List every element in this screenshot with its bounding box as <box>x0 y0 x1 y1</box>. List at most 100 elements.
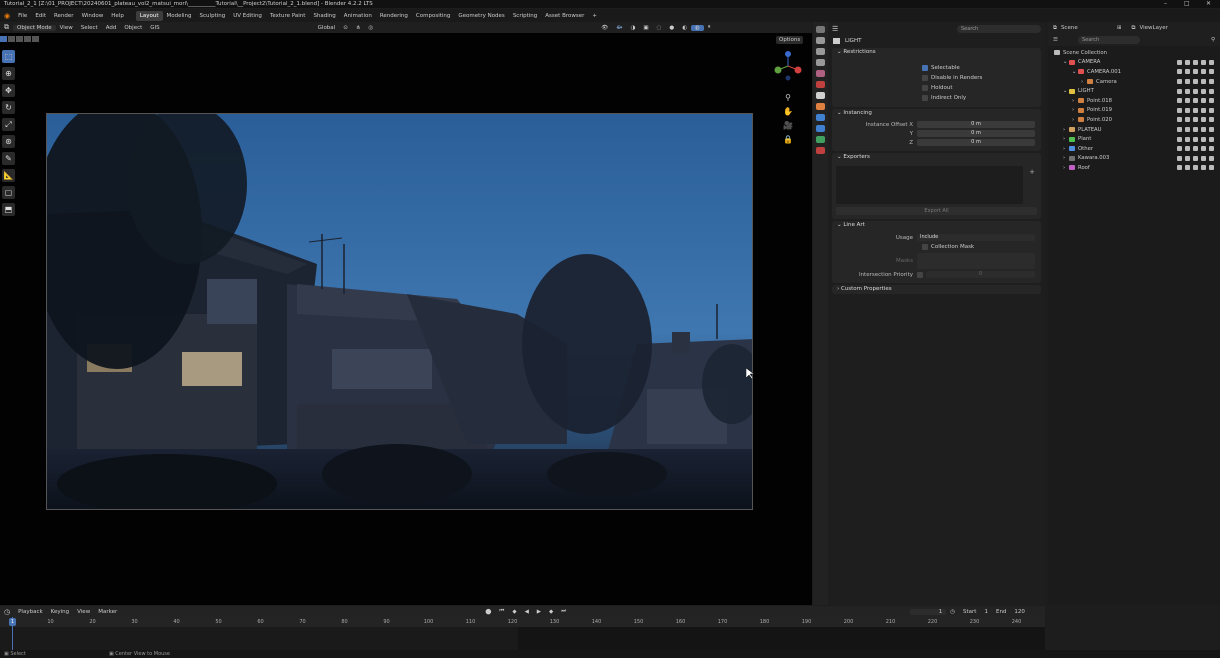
menu-render[interactable]: Render <box>50 13 78 19</box>
render-tab-icon[interactable] <box>816 37 825 44</box>
select-arrow-icon[interactable] <box>1185 79 1190 85</box>
camera-render-icon[interactable] <box>1209 127 1214 133</box>
eye-icon[interactable] <box>1193 88 1198 94</box>
workspace-tab-shading[interactable]: Shading <box>309 13 339 19</box>
workspace-tab-layout[interactable]: Layout <box>135 10 163 21</box>
select-arrow-icon[interactable] <box>1185 127 1190 133</box>
viewport-icon[interactable] <box>1201 69 1206 75</box>
add-cube-tool-icon[interactable]: ▢ <box>2 186 15 199</box>
shading-wireframe-icon[interactable]: ◌ <box>653 25 666 31</box>
start-frame-field[interactable]: 1 <box>980 609 992 615</box>
eye-icon[interactable] <box>1193 107 1198 113</box>
play-reverse-icon[interactable]: ◀ <box>521 609 533 615</box>
select-new-icon[interactable] <box>0 36 7 42</box>
viewport-icon[interactable] <box>1201 127 1206 133</box>
view-layer-icon[interactable]: ⧉ <box>1132 25 1136 32</box>
select-invert-icon[interactable] <box>24 36 31 42</box>
workspace-tab-uv-editing[interactable]: UV Editing <box>229 13 266 19</box>
gizmo-y-axis[interactable] <box>774 66 782 74</box>
select-arrow-icon[interactable] <box>1185 146 1190 152</box>
timeline-area[interactable]: 10 20 30 40 50 60 70 80 90 100 110 120 130 140 150 160 1… <box>0 617 1045 650</box>
gizmo-toggle-icon[interactable]: ⟴ <box>612 25 626 31</box>
current-frame-field[interactable]: 1 <box>910 608 947 615</box>
indirect-only-checkbox-row[interactable]: Indirect Only <box>832 93 1041 103</box>
checkbox-icon[interactable] <box>1177 117 1182 123</box>
viewport-icon[interactable] <box>1201 136 1206 142</box>
viewport-icon[interactable] <box>1201 165 1206 171</box>
camera-render-icon[interactable] <box>1209 98 1214 104</box>
new-scene-icon[interactable]: ⊞ <box>1117 25 1122 31</box>
outliner-filter-icon[interactable]: ⚲ <box>1211 37 1215 43</box>
select-arrow-icon[interactable] <box>1185 155 1190 161</box>
workspace-tab-modeling[interactable]: Modeling <box>163 13 196 19</box>
shading-solid-icon[interactable]: ● <box>665 25 678 31</box>
eye-icon[interactable] <box>1193 79 1198 85</box>
instancing-panel-header[interactable]: ⌄ Instancing <box>832 109 1041 118</box>
instance-offset-y-field[interactable]: 0 m <box>917 130 1035 137</box>
disable-in-renders-checkbox[interactable] <box>922 75 928 81</box>
custom-properties-panel-header[interactable]: › Custom Properties <box>832 285 1041 294</box>
playhead-marker[interactable]: 1 <box>9 618 16 626</box>
collection-name-field[interactable]: LIGHT <box>845 38 861 44</box>
cursor-tool-icon[interactable]: ⊕ <box>2 67 15 80</box>
eye-icon[interactable] <box>1193 136 1198 142</box>
menu-edit[interactable]: Edit <box>31 13 50 19</box>
masks-toggle-grid[interactable] <box>917 253 1035 269</box>
eye-icon[interactable] <box>1193 98 1198 104</box>
scene-icon[interactable]: ⧉ <box>1053 25 1057 32</box>
scale-tool-icon[interactable]: ⤢ <box>2 118 15 131</box>
checkbox-icon[interactable] <box>1177 136 1182 142</box>
minimize-button[interactable]: – <box>1164 0 1167 8</box>
measure-tool-icon[interactable]: 📐 <box>2 169 15 182</box>
timeline-menu-playback[interactable]: Playback <box>14 609 47 615</box>
jump-start-icon[interactable]: ⏮ <box>495 608 508 615</box>
outliner-row-kawara-003[interactable]: › Kawara.003 <box>1048 154 1220 164</box>
viewport-icon[interactable] <box>1201 107 1206 113</box>
checkbox-icon[interactable] <box>1177 98 1182 104</box>
gizmo-x-axis[interactable] <box>794 66 802 74</box>
camera-render-icon[interactable] <box>1209 146 1214 152</box>
checkbox-icon[interactable] <box>1177 127 1182 133</box>
checkbox-icon[interactable] <box>1177 88 1182 94</box>
indirect-only-checkbox[interactable] <box>922 95 928 101</box>
usage-dropdown[interactable]: Include <box>917 234 1035 241</box>
select-subtract-icon[interactable] <box>16 36 23 42</box>
prev-keyframe-icon[interactable]: ◆ <box>508 609 520 615</box>
overlay-toggle-icon[interactable]: ◑ <box>627 25 640 31</box>
workspace-tab-scripting[interactable]: Scripting <box>509 13 541 19</box>
view-layer-tab-icon[interactable] <box>816 59 825 66</box>
outliner-row-roof[interactable]: › Roof <box>1048 163 1220 173</box>
viewport-icon[interactable] <box>1201 88 1206 94</box>
camera-view-icon[interactable]: 🎥 <box>783 120 793 130</box>
properties-editor-type-icon[interactable]: ☰ <box>832 25 838 33</box>
selectable-checkbox-row[interactable]: Selectable <box>832 63 1041 73</box>
add-workspace-button[interactable]: + <box>588 13 601 19</box>
outliner-row-point-019[interactable]: › Point.019 <box>1048 106 1220 116</box>
gizmo-z-axis[interactable] <box>785 51 791 57</box>
viewport-icon[interactable] <box>1201 59 1206 65</box>
viewport-icon[interactable] <box>1201 98 1206 104</box>
viewport-menu-view[interactable]: View <box>56 25 77 31</box>
intersection-priority-checkbox[interactable] <box>917 271 923 278</box>
play-icon[interactable]: ▶ <box>533 609 545 615</box>
timeline-menu-view[interactable]: View <box>73 609 94 615</box>
select-arrow-icon[interactable] <box>1185 98 1190 104</box>
workspace-tab-asset-browser[interactable]: Asset Browser <box>541 13 588 19</box>
outliner-search-input[interactable]: Search <box>1077 36 1140 44</box>
rotate-tool-icon[interactable]: ↻ <box>2 101 15 114</box>
view-layer-selector[interactable]: ViewLayer <box>1139 25 1167 31</box>
outliner-row-plant[interactable]: › Plant <box>1048 134 1220 144</box>
camera-render-icon[interactable] <box>1209 59 1214 65</box>
exporters-panel-header[interactable]: ⌄ Exporters <box>832 153 1041 162</box>
checkbox-icon[interactable] <box>1177 155 1182 161</box>
outliner-row-light[interactable]: ⌄ LIGHT <box>1048 86 1220 96</box>
eye-icon[interactable] <box>1193 165 1198 171</box>
options-dropdown[interactable]: Options <box>776 36 804 44</box>
timeline-menu-keying[interactable]: Keying <box>47 609 73 615</box>
export-all-button[interactable]: Export All <box>836 207 1037 215</box>
holdout-checkbox-row[interactable]: Holdout <box>832 83 1041 93</box>
eye-icon[interactable] <box>1193 127 1198 133</box>
disable-in-renders-checkbox-row[interactable]: Disable in Renders <box>832 73 1041 83</box>
add-exporter-icon[interactable]: + <box>1029 168 1035 176</box>
timeline-ruler[interactable]: 10 20 30 40 50 60 70 80 90 100 110 120 130 140 150 160 1… <box>0 617 1045 627</box>
